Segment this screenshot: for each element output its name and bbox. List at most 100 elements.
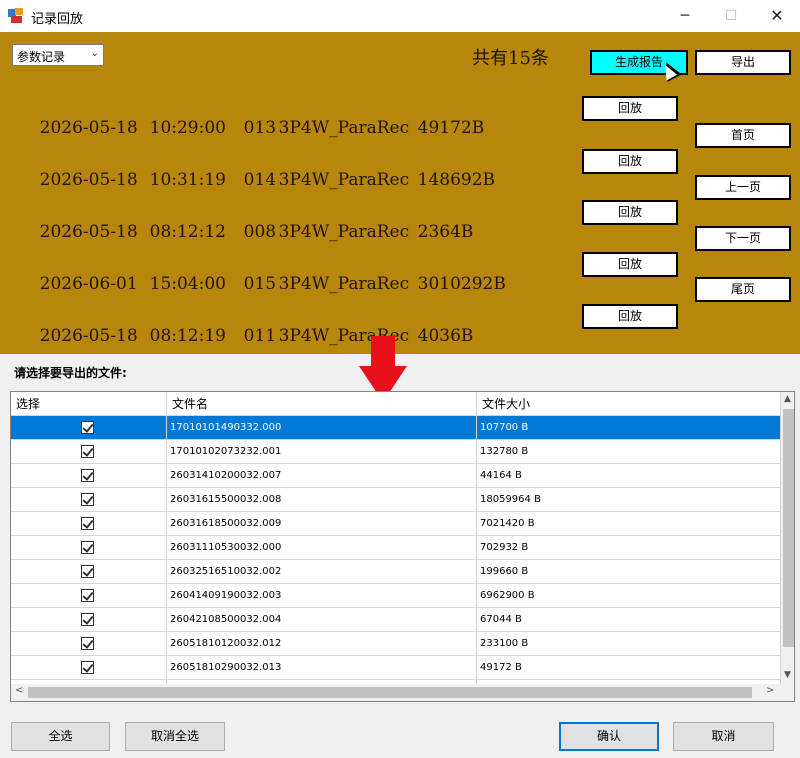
app-icon xyxy=(8,8,24,24)
record-name: 3P4W_ParaRec xyxy=(278,222,410,242)
cell-filename: 17010101490332.000 xyxy=(167,416,477,440)
confirm-button[interactable]: 确认 xyxy=(559,722,659,751)
record-size: 49172B xyxy=(417,118,485,138)
chevron-down-icon: ⌄ xyxy=(90,48,99,59)
record-type-value: 参数记录 xyxy=(17,50,66,64)
record-size: 3010292B xyxy=(417,274,506,294)
table-body: 17010101490332.000 107700 B 170101020732… xyxy=(11,416,781,684)
column-header-filesize[interactable]: 文件大小 xyxy=(477,392,781,416)
vertical-scrollbar[interactable]: ▲ ▼ xyxy=(781,392,794,684)
row-checkbox[interactable] xyxy=(81,445,94,458)
prev-page-button[interactable]: 上一页 xyxy=(695,175,791,200)
horizontal-scroll-thumb[interactable] xyxy=(28,687,752,698)
row-checkbox[interactable] xyxy=(81,637,94,650)
play-button[interactable]: 回放 xyxy=(582,200,678,225)
scroll-up-icon[interactable]: ▲ xyxy=(784,394,791,404)
record-number: 014 xyxy=(243,170,277,190)
cell-filename: 26051810120032.012 xyxy=(167,632,477,656)
record-row: 2026-06-01 15:04:00 015 3P4W_ParaRec 3010292… xyxy=(18,254,506,314)
table-row[interactable]: 26051810120032.012 233100 B xyxy=(11,632,781,656)
record-number: 015 xyxy=(243,274,277,294)
play-button[interactable]: 回放 xyxy=(582,252,678,277)
table-row[interactable]: 26031110530032.000 702932 B xyxy=(11,536,781,560)
table-header: 选择 文件名 文件大小 xyxy=(11,392,781,416)
row-checkbox[interactable] xyxy=(81,493,94,506)
horizontal-scrollbar[interactable]: < > xyxy=(11,684,781,701)
row-checkbox[interactable] xyxy=(81,565,94,578)
play-button[interactable]: 回放 xyxy=(582,149,678,174)
cell-filename: 26051810290032.013 xyxy=(167,656,477,680)
record-time: 10:31:19 xyxy=(149,170,226,190)
cell-filesize: 49172 B xyxy=(477,656,781,680)
table-row[interactable]: 26031410200032.007 44164 B xyxy=(11,464,781,488)
next-page-button[interactable]: 下一页 xyxy=(695,226,791,251)
record-size: 2364B xyxy=(417,222,474,242)
cell-filesize: 132780 B xyxy=(477,440,781,464)
record-type-select[interactable]: 参数记录 ⌄ xyxy=(12,44,104,66)
record-row: 2026-05-18 08:12:12 008 3P4W_ParaRec 2364B xyxy=(18,202,474,262)
cell-filesize: 233100 B xyxy=(477,632,781,656)
record-time: 08:12:19 xyxy=(149,326,226,346)
maximize-button[interactable]: ☐ xyxy=(708,0,754,32)
first-page-button[interactable]: 首页 xyxy=(695,123,791,148)
scroll-down-icon[interactable]: ▼ xyxy=(784,670,791,680)
cell-filename: 26041409190032.003 xyxy=(167,584,477,608)
play-button[interactable]: 回放 xyxy=(582,304,678,329)
record-date: 2026-05-18 xyxy=(39,326,138,346)
close-button[interactable]: ✕ xyxy=(754,0,800,32)
record-number: 008 xyxy=(243,222,277,242)
cell-filename: 26042108500032.004 xyxy=(167,608,477,632)
column-header-filename[interactable]: 文件名 xyxy=(167,392,477,416)
export-button[interactable]: 导出 xyxy=(695,50,791,75)
row-checkbox[interactable] xyxy=(81,517,94,530)
cell-filesize: 6962900 B xyxy=(477,584,781,608)
export-files-label: 请选择要导出的文件: xyxy=(14,366,127,380)
last-page-button[interactable]: 尾页 xyxy=(695,277,791,302)
record-row: 2026-05-18 10:31:19 014 3P4W_ParaRec 148692B xyxy=(18,150,495,210)
record-date: 2026-05-18 xyxy=(39,170,138,190)
record-name: 3P4W_ParaRec xyxy=(278,118,410,138)
cell-filename: 26031110530032.000 xyxy=(167,536,477,560)
record-number: 011 xyxy=(243,326,277,346)
minimize-button[interactable]: ─ xyxy=(662,0,708,32)
cell-filesize: 67044 B xyxy=(477,608,781,632)
table-row[interactable]: 26032516510032.002 199660 B xyxy=(11,560,781,584)
deselect-all-button[interactable]: 取消全选 xyxy=(125,722,225,751)
cell-filesize: 107700 B xyxy=(477,416,781,440)
row-checkbox[interactable] xyxy=(81,589,94,602)
record-name: 3P4W_ParaRec xyxy=(278,274,410,294)
row-checkbox[interactable] xyxy=(81,469,94,482)
vertical-scroll-thumb[interactable] xyxy=(783,409,794,647)
cancel-button[interactable]: 取消 xyxy=(673,722,774,751)
record-time: 15:04:00 xyxy=(149,274,226,294)
row-checkbox[interactable] xyxy=(81,661,94,674)
cell-filename: 26031615500032.008 xyxy=(167,488,477,512)
table-row[interactable]: 26042108500032.004 67044 B xyxy=(11,608,781,632)
play-button[interactable]: 回放 xyxy=(582,96,678,121)
cell-filename: 26031618500032.009 xyxy=(167,512,477,536)
row-checkbox[interactable] xyxy=(81,541,94,554)
table-row[interactable]: 26031615500032.008 18059964 B xyxy=(11,488,781,512)
scroll-right-icon[interactable]: > xyxy=(766,685,774,696)
record-size: 4036B xyxy=(417,326,474,346)
scroll-left-icon[interactable]: < xyxy=(15,685,23,696)
cell-filesize: 44164 B xyxy=(477,464,781,488)
record-size: 148692B xyxy=(417,170,496,190)
table-row[interactable]: 26051810290032.013 49172 B xyxy=(11,656,781,680)
record-time: 10:29:00 xyxy=(149,118,226,138)
scrollbar-corner xyxy=(781,684,794,701)
table-row[interactable]: 26041409190032.003 6962900 B xyxy=(11,584,781,608)
row-checkbox[interactable] xyxy=(81,613,94,626)
table-row[interactable]: 17010102073232.001 132780 B xyxy=(11,440,781,464)
table-row[interactable]: 26031618500032.009 7021420 B xyxy=(11,512,781,536)
record-date: 2026-05-18 xyxy=(39,222,138,242)
record-row: 2026-05-18 10:29:00 013 3P4W_ParaRec 49172B xyxy=(18,98,485,158)
column-header-select[interactable]: 选择 xyxy=(11,392,167,416)
select-all-button[interactable]: 全选 xyxy=(11,722,110,751)
cell-filename: 26032516510032.002 xyxy=(167,560,477,584)
row-checkbox[interactable] xyxy=(81,421,94,434)
record-number: 013 xyxy=(243,118,277,138)
record-count: 共有15条 xyxy=(472,48,549,69)
table-row[interactable]: 17010101490332.000 107700 B xyxy=(11,416,781,440)
cell-filesize: 199660 B xyxy=(477,560,781,584)
